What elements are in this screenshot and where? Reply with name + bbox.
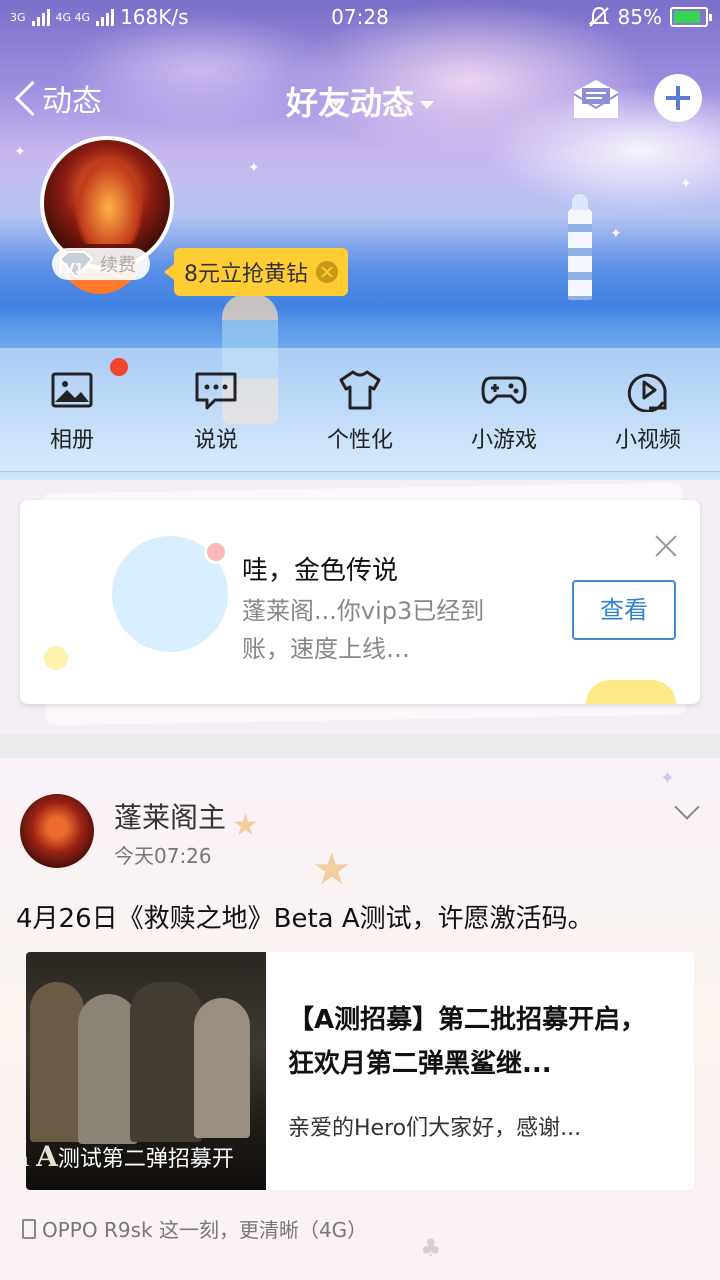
sparkle-decoration: ✦ — [660, 768, 676, 789]
menu-item-shortvideo[interactable]: 小视频 — [598, 368, 698, 454]
star-decoration: ✦ — [248, 160, 260, 176]
add-button[interactable] — [654, 74, 702, 122]
menu-item-label: 小视频 — [614, 428, 681, 453]
star-decoration: ✦ — [680, 176, 692, 192]
mailbox-button[interactable] — [572, 78, 620, 120]
mailbox-icon — [573, 80, 619, 118]
character-figure — [194, 998, 250, 1138]
thumbnail-caption: a A测试第二弹招募开 — [26, 1140, 266, 1173]
thumbnail-caption-text: 测试第二弹招募开 — [57, 1147, 234, 1172]
character-figure — [130, 982, 202, 1142]
chevron-down-icon[interactable] — [674, 798, 700, 824]
notice-card[interactable]: 哇，金色传说 蓬莱阁...你vip3已经到账，速度上线… 查看 — [20, 500, 700, 704]
unread-dot — [110, 358, 128, 376]
star-decoration: ✦ — [610, 226, 622, 242]
device-info: OPPO R9sk 这一刻，更清晰（4G） — [22, 1214, 367, 1243]
starfish-decoration: ★ — [232, 808, 259, 843]
shared-link-card[interactable]: a A测试第二弹招募开 【A测招募】第二批招募开启，狂欢月第二弹黑鲨继... 亲… — [26, 952, 694, 1190]
level-label: LV1 — [58, 262, 84, 277]
gamepad-icon — [481, 368, 527, 412]
thumbnail-caption-prefix: a — [26, 1147, 29, 1172]
menu-item-label: 说说 — [193, 428, 238, 453]
renew-label: 续费 — [100, 255, 136, 276]
dot-decoration — [44, 646, 68, 670]
menu-item-shuoshuo[interactable]: 说说 — [166, 368, 266, 454]
sun-decoration — [586, 680, 676, 704]
shared-link-summary: 亲爱的Hero们大家好，感谢... — [288, 1116, 582, 1141]
menu-item-label: 相册 — [49, 428, 94, 453]
nav-bar: 动态 好友动态 — [0, 64, 720, 136]
post-author-name[interactable]: 蓬莱阁主 — [114, 796, 226, 836]
menu-item-minigame[interactable]: 小游戏 — [454, 368, 554, 454]
caret-down-icon — [420, 101, 434, 109]
avatar-image — [74, 154, 144, 244]
notice-desc: 蓬莱阁...你vip3已经到账，速度上线… — [242, 597, 485, 663]
status-bar: 3G 4G 4G 168K/s 07:28 85% — [0, 0, 720, 36]
menu-item-label: 个性化 — [326, 428, 393, 453]
starfish-decoration: ★ — [312, 844, 352, 895]
character-figure — [30, 982, 84, 1142]
battery-icon — [670, 7, 712, 27]
post-author-avatar[interactable] — [20, 794, 94, 868]
shared-link-title: 【A测招募】第二批招募开启，狂欢月第二弹黑鲨继... — [288, 1005, 647, 1079]
promo-tag[interactable]: 8元立抢黄钻 — [164, 248, 348, 296]
phone-icon — [22, 1218, 36, 1239]
play-video-icon — [625, 368, 671, 413]
tshirt-icon — [337, 368, 383, 412]
section-divider — [0, 734, 720, 758]
battery-percent: 85% — [617, 5, 662, 29]
promo-label: 8元立抢黄钻 — [184, 262, 308, 287]
notice-title: 哇，金色传说 — [242, 556, 399, 586]
page-title: 好友动态 — [285, 84, 414, 122]
menu-item-label: 小游戏 — [470, 428, 537, 453]
star-decoration: ✦ — [14, 144, 26, 160]
view-button[interactable]: 查看 — [572, 580, 676, 640]
silent-bell-icon — [588, 6, 609, 27]
close-icon[interactable] — [316, 261, 338, 283]
photo-album-icon — [49, 368, 95, 412]
shell-decoration: ♣ — [420, 1234, 442, 1262]
thumbnail-caption-letter: A — [36, 1140, 58, 1173]
bubble-decoration — [204, 540, 228, 564]
lighthouse-decoration — [568, 194, 592, 300]
quick-menu: 相册 说说 个性化 小游戏 小视频 — [0, 348, 720, 472]
character-figure — [78, 994, 138, 1144]
post-text: 4月26日《救赎之地》Beta A测试，许愿激活码。 — [16, 904, 594, 934]
message-dots-icon — [193, 368, 239, 412]
device-label: OPPO R9sk 这一刻，更清晰（4G） — [42, 1218, 368, 1242]
shared-link-thumbnail: a A测试第二弹招募开 — [26, 952, 266, 1190]
menu-item-album[interactable]: 相册 — [22, 368, 122, 454]
close-icon[interactable] — [652, 532, 680, 560]
menu-item-personalize[interactable]: 个性化 — [310, 368, 410, 454]
post-time: 今天07:26 — [114, 844, 212, 868]
